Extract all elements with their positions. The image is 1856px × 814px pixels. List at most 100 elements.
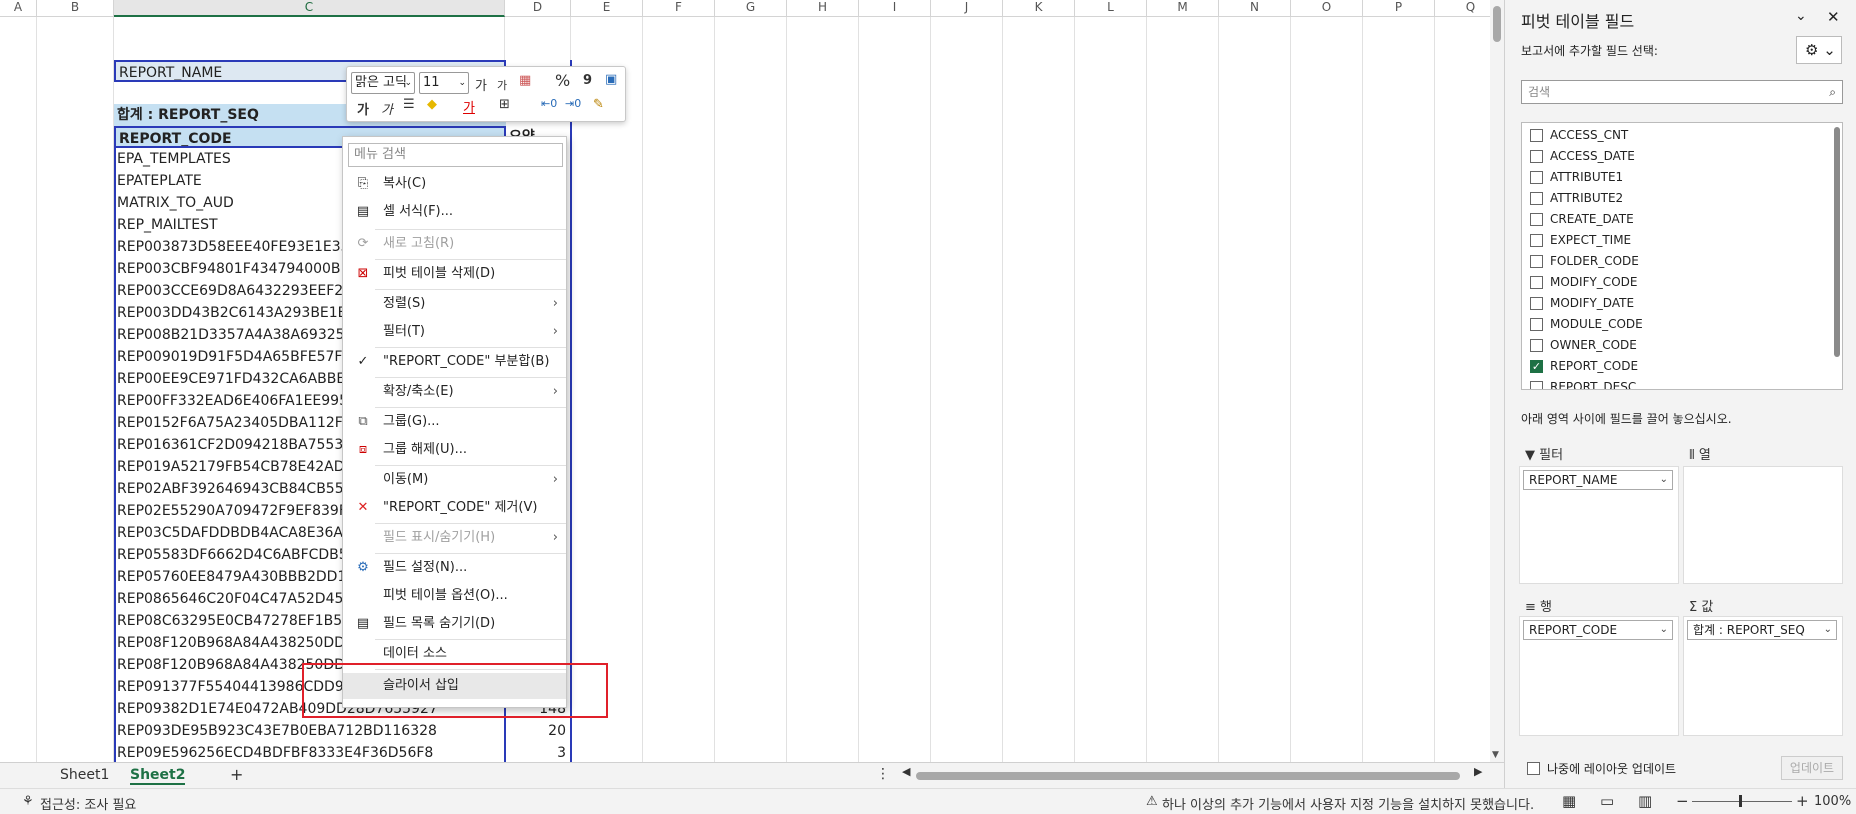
field-checkbox[interactable]: [1530, 318, 1543, 331]
scroll-right-icon[interactable]: ▶: [1474, 765, 1482, 778]
vertical-scrollbar[interactable]: ▼: [1490, 0, 1504, 762]
column-header-k[interactable]: K: [1003, 0, 1075, 17]
field-search-input[interactable]: 검색 ⌕: [1521, 80, 1843, 104]
worksheet[interactable]: ABCDEFGHIJKLMNOPQ REPORT_NAME 합계 : REPOR…: [0, 0, 1490, 762]
menu-filter[interactable]: 필터(T) ›: [343, 319, 566, 345]
sheet-tab-1[interactable]: Sheet1: [60, 767, 109, 783]
field-item[interactable]: REPORT_DESC: [1530, 377, 1820, 389]
column-header-l[interactable]: L: [1075, 0, 1147, 17]
menu-expand[interactable]: 확장/축소(E) ›: [343, 379, 566, 405]
column-header-b[interactable]: B: [37, 0, 114, 17]
add-sheet-button[interactable]: +: [230, 765, 243, 784]
menu-search-input[interactable]: 메뉴 검색: [348, 143, 563, 167]
field-item[interactable]: OWNER_CODE: [1530, 335, 1820, 355]
sheet-tab-2[interactable]: Sheet2: [130, 767, 186, 785]
menu-hide-field-list[interactable]: ▤ 필드 목록 숨기기(D): [343, 611, 566, 637]
column-header-p[interactable]: P: [1363, 0, 1435, 17]
zoom-out-icon[interactable]: −: [1676, 792, 1689, 810]
field-item[interactable]: CREATE_DATE: [1530, 209, 1820, 229]
chevron-down-icon[interactable]: ⌄: [1795, 8, 1807, 24]
font-name-select[interactable]: 맑은 고딕 ⌄: [351, 72, 415, 94]
addin-message[interactable]: 하나 이상의 추가 기능에서 사용자 지정 기능을 설치하지 못했습니다.: [1162, 794, 1534, 813]
page-break-icon[interactable]: ▥: [1638, 792, 1652, 810]
column-header-e[interactable]: E: [571, 0, 643, 17]
horizontal-scroll-thumb[interactable]: [916, 772, 1460, 780]
field-item[interactable]: ACCESS_DATE: [1530, 146, 1820, 166]
column-header-a[interactable]: A: [0, 0, 37, 17]
rows-pill[interactable]: REPORT_CODE ⌄: [1523, 620, 1673, 640]
font-color-button[interactable]: 가: [463, 97, 475, 116]
scroll-left-icon[interactable]: ◀: [902, 765, 910, 778]
zoom-slider[interactable]: [1692, 801, 1792, 802]
rows-area[interactable]: REPORT_CODE ⌄: [1519, 616, 1679, 736]
menu-subtotal[interactable]: ✓ "REPORT_CODE" 부분합(B): [343, 349, 566, 375]
zoom-level[interactable]: 100%: [1814, 794, 1851, 809]
row-label-cell[interactable]: REP093DE95B923C43E7B0EBA712BD116328: [114, 720, 504, 742]
italic-button[interactable]: 가: [381, 99, 393, 118]
field-checkbox[interactable]: ✓: [1530, 360, 1543, 373]
normal-view-icon[interactable]: ▦: [1562, 792, 1576, 810]
column-header-i[interactable]: I: [859, 0, 931, 17]
scroll-down-icon[interactable]: ▼: [1492, 750, 1499, 760]
field-item[interactable]: ATTRIBUTE2: [1530, 188, 1820, 208]
column-header-n[interactable]: N: [1219, 0, 1291, 17]
field-checkbox[interactable]: [1530, 171, 1543, 184]
menu-ungroup[interactable]: ⧈ 그룹 해제(U)...: [343, 437, 566, 463]
field-checkbox[interactable]: [1530, 192, 1543, 205]
values-pill[interactable]: 합계 : REPORT_SEQ ⌄: [1687, 620, 1837, 640]
column-header-f[interactable]: F: [643, 0, 715, 17]
comma-style-button[interactable]: 9: [583, 73, 592, 88]
grow-font-button[interactable]: 가: [475, 75, 487, 94]
decrease-decimal-icon[interactable]: ⇥0: [565, 97, 581, 110]
menu-show-hide[interactable]: 필드 표시/숨기기(H) ›: [343, 525, 566, 551]
field-item[interactable]: MODIFY_CODE: [1530, 272, 1820, 292]
fill-color-icon[interactable]: ◆: [427, 97, 437, 112]
font-size-select[interactable]: 11 ⌄: [419, 72, 469, 94]
value-cell[interactable]: 3: [506, 742, 570, 762]
zoom-slider-thumb[interactable]: [1739, 795, 1742, 807]
increase-decimal-icon[interactable]: ⇤0: [541, 97, 557, 110]
field-item[interactable]: MODULE_CODE: [1530, 314, 1820, 334]
menu-group[interactable]: ⧉ 그룹(G)...: [343, 409, 566, 435]
menu-pivot-options[interactable]: 피벗 테이블 옵션(O)...: [343, 583, 566, 609]
menu-remove-field[interactable]: ✕ "REPORT_CODE" 제거(V): [343, 495, 566, 521]
page-layout-icon[interactable]: ▭: [1600, 792, 1614, 810]
columns-area[interactable]: [1683, 466, 1843, 584]
align-center-icon[interactable]: ☰: [403, 97, 415, 112]
field-item[interactable]: FOLDER_CODE: [1530, 251, 1820, 271]
field-checkbox[interactable]: [1530, 150, 1543, 163]
menu-delete-pivot[interactable]: ⊠ 피벗 테이블 삭제(D): [343, 261, 566, 287]
menu-sort[interactable]: 정렬(S) ›: [343, 291, 566, 317]
field-item[interactable]: EXPECT_TIME: [1530, 230, 1820, 250]
field-checkbox[interactable]: [1530, 276, 1543, 289]
zoom-in-icon[interactable]: +: [1796, 792, 1809, 810]
menu-copy[interactable]: ⎘ 복사(C): [343, 171, 566, 197]
field-checkbox[interactable]: [1530, 234, 1543, 247]
menu-format-cells[interactable]: ▤ 셀 서식(F)...: [343, 199, 566, 225]
menu-move[interactable]: 이동(M) ›: [343, 467, 566, 493]
row-label-cell[interactable]: REP09E596256ECD4BDFBF8333E4F36D56F8: [114, 742, 504, 762]
format-painter-icon[interactable]: ✎: [593, 97, 604, 112]
field-checkbox[interactable]: [1530, 213, 1543, 226]
field-list-scrollbar[interactable]: [1834, 127, 1840, 357]
gear-icon[interactable]: ⚙ ⌄: [1796, 36, 1842, 64]
column-header-c[interactable]: C: [114, 0, 505, 17]
column-header-q[interactable]: Q: [1435, 0, 1490, 17]
field-checkbox[interactable]: [1530, 381, 1543, 389]
value-cell[interactable]: 20: [506, 720, 570, 742]
column-header-g[interactable]: G: [715, 0, 787, 17]
update-button[interactable]: 업데이트: [1781, 756, 1843, 780]
field-checkbox[interactable]: [1530, 129, 1543, 142]
pivot-options-icon[interactable]: ▣: [605, 72, 617, 87]
column-header-d[interactable]: D: [505, 0, 571, 17]
column-header-m[interactable]: M: [1147, 0, 1219, 17]
number-format-icon[interactable]: ▦: [519, 73, 531, 88]
field-checkbox[interactable]: [1530, 255, 1543, 268]
accessibility-status[interactable]: 접근성: 조사 필요: [40, 794, 136, 813]
column-header-o[interactable]: O: [1291, 0, 1363, 17]
filter-pill[interactable]: REPORT_NAME ⌄: [1523, 470, 1673, 490]
filter-area[interactable]: REPORT_NAME ⌄: [1519, 466, 1679, 584]
bold-button[interactable]: 가: [357, 99, 369, 118]
scroll-thumb[interactable]: [1493, 6, 1501, 42]
borders-icon[interactable]: ⊞: [499, 97, 510, 112]
